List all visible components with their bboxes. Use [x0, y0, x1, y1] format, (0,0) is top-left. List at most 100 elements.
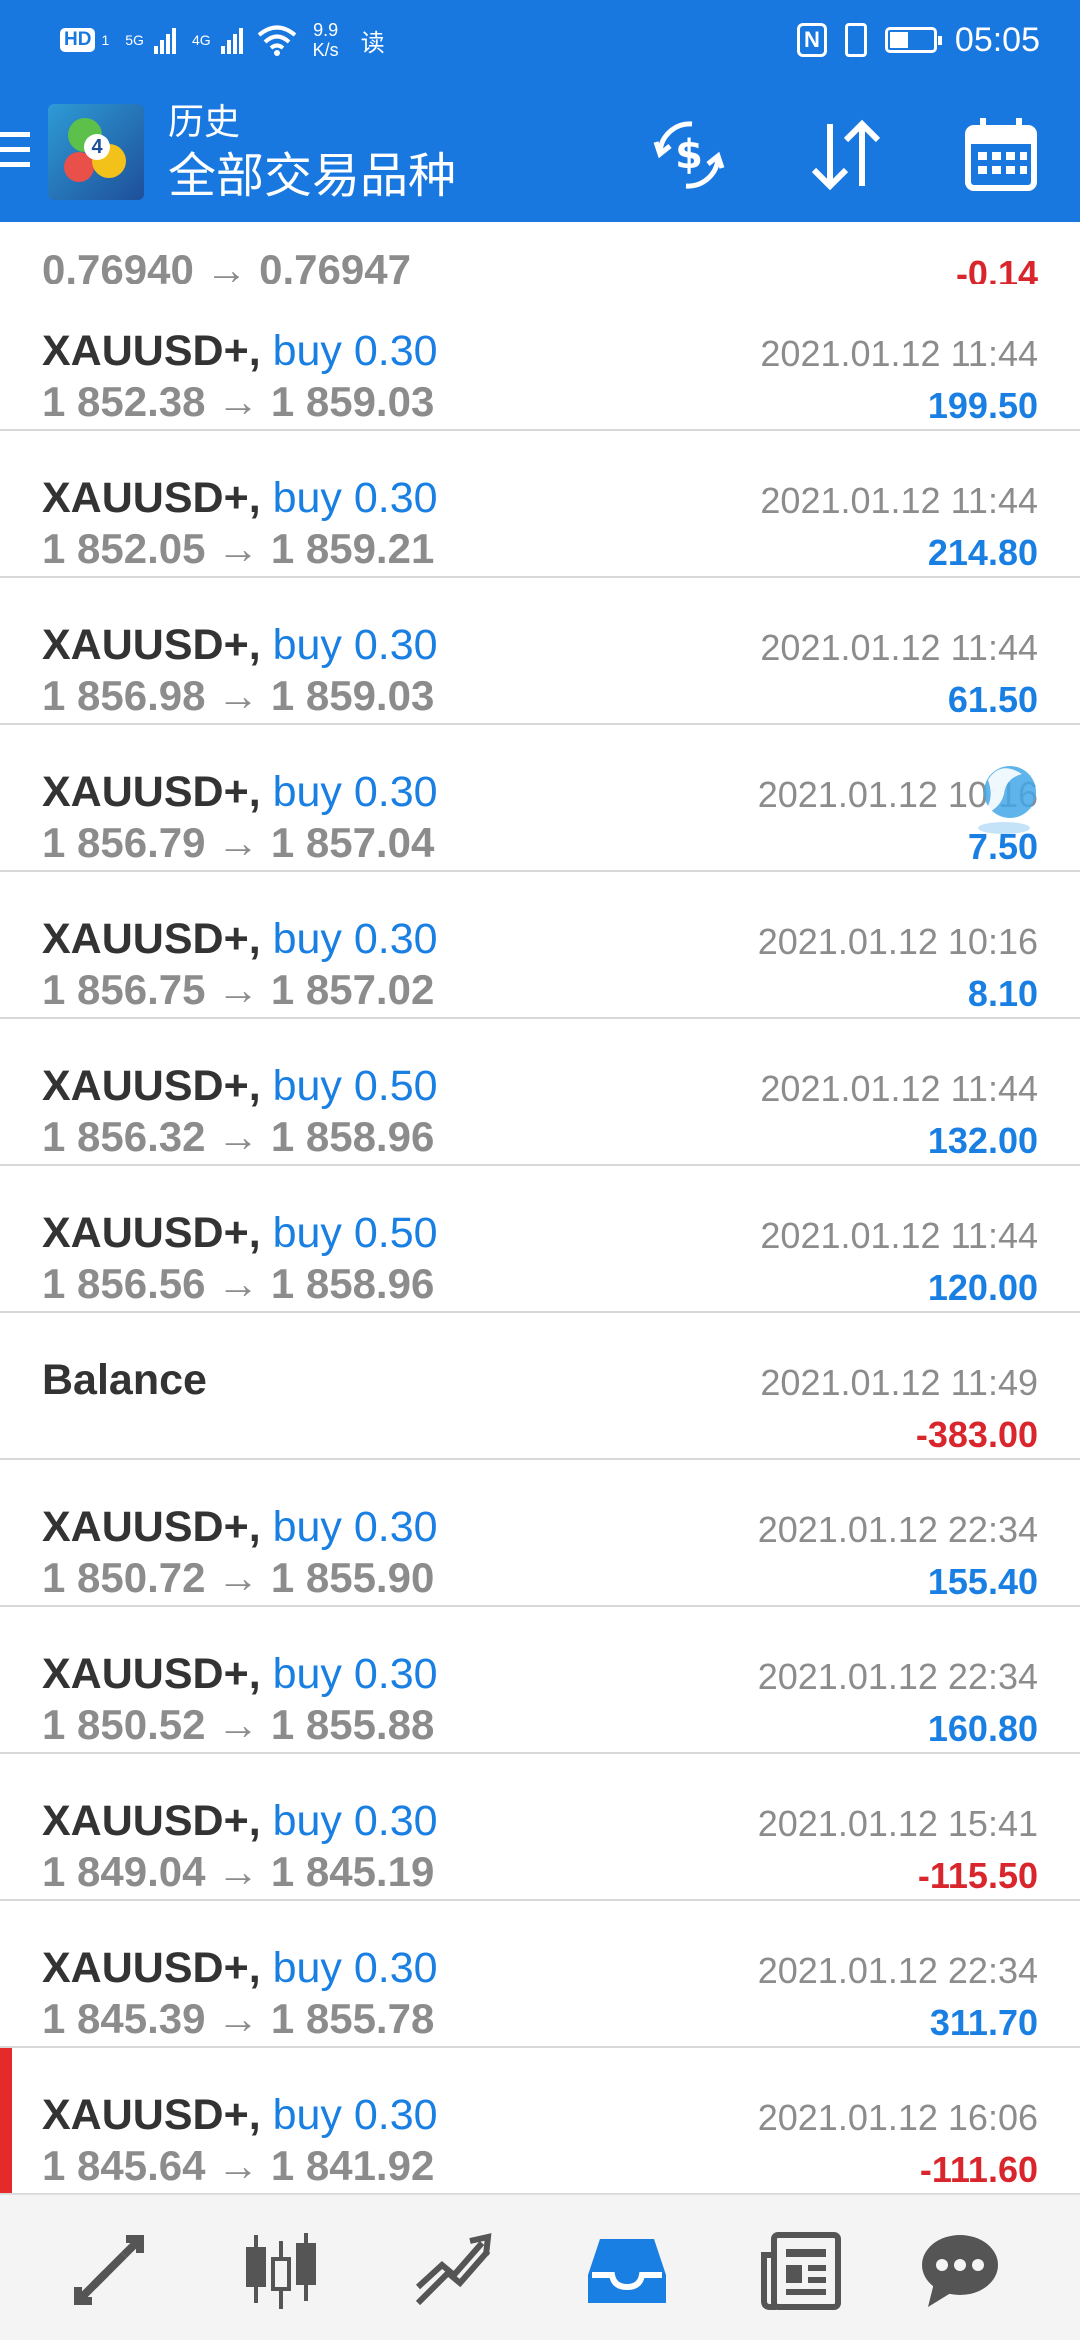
trade-row[interactable]: XAUUSD+, buy 0.50 1 856.56 → 1 858.96 2021… [0, 1166, 1080, 1313]
status-left: HD 1 5G 4G 9.9 K/s 读 [60, 18, 385, 62]
price-range: 1 856.79 → 1 857.04 [42, 819, 435, 866]
trade-symbol: XAUUSD+, buy 0.30 [42, 1944, 438, 1992]
history-list[interactable]: 0.76940 → 0.76947 -0.14 XAUUSD+, buy 0.3… [0, 222, 1080, 2194]
trade-symbol: XAUUSD+, buy 0.30 [42, 768, 438, 816]
trade-symbol: XAUUSD+, buy 0.50 [42, 1209, 438, 1257]
trade-side: buy 0.30 [272, 327, 438, 375]
trade-row[interactable]: XAUUSD+, buy 0.30 1 856.79 → 1 857.04 2021… [0, 725, 1080, 872]
price-range: 1 850.52 → 1 855.88 [42, 1701, 435, 1748]
signal-icon [153, 26, 176, 54]
trade-symbol: XAUUSD+, buy 0.30 [42, 1503, 438, 1551]
trade-symbol: XAUUSD+, buy 0.30 [42, 1650, 438, 1698]
trade-time: 2021.01.12 11:44 [760, 1068, 1038, 1109]
trade-symbol: Balance [42, 1355, 207, 1405]
network-speed: 9.9 K/s [313, 20, 339, 60]
net-5g-label: 5G [125, 32, 144, 48]
trade-symbol: XAUUSD+, buy 0.30 [42, 1797, 438, 1845]
calendar-icon[interactable] [958, 112, 1044, 198]
clock: 05:05 [954, 20, 1040, 59]
trade-row[interactable]: XAUUSD+, buy 0.30 1 850.52 → 1 855.88 2021… [0, 1607, 1080, 1754]
trade-row[interactable]: XAUUSD+, buy 0.30 1 845.64 → 1 841.92 2021… [0, 2048, 1080, 2194]
trade-time: 2021.01.12 10:16 [757, 921, 1038, 962]
trade-symbol: XAUUSD+, buy 0.50 [42, 1062, 438, 1110]
symbol-label: XAUUSD+ [42, 327, 249, 375]
app-logo[interactable]: 4 [48, 104, 144, 200]
price-range: 1 856.98 → 1 859.03 [42, 672, 435, 719]
trade-time: 2021.01.12 11:44 [760, 480, 1038, 521]
trade-symbol: XAUUSD+, buy 0.30 [42, 327, 438, 375]
hd-badge: HD [60, 28, 96, 52]
trade-time: 2021.01.12 11:49 [760, 1362, 1038, 1403]
symbol-label: XAUUSD+ [42, 1503, 249, 1551]
trade-side: buy 0.50 [272, 1062, 438, 1110]
trade-time: 2021.01.12 16:06 [757, 2097, 1038, 2138]
trade-row[interactable]: XAUUSD+, buy 0.30 1 849.04 → 1 845.19 2021… [0, 1754, 1080, 1901]
bottom-navigation [0, 2194, 1080, 2340]
trade-side: buy 0.30 [272, 474, 438, 522]
trade-time: 2021.01.12 22:34 [757, 1656, 1038, 1697]
battery-icon [884, 27, 942, 53]
read-indicator: 读 [360, 29, 385, 57]
profit-value: 160.80 [927, 1708, 1038, 1749]
status-bar: HD 1 5G 4G 9.9 K/s 读 N 05:05 [0, 0, 1080, 80]
price-range: 1 852.05 → 1 859.21 [42, 525, 435, 572]
profit-value: -383.00 [915, 1414, 1038, 1455]
balance-row[interactable]: Balance 2021.01.12 11:49 -383.00 [0, 1313, 1080, 1460]
profit-value: -115.50 [917, 1855, 1038, 1896]
price-range: 1 850.72 → 1 855.90 [42, 1554, 435, 1601]
symbol-label: Balance [42, 1356, 207, 1404]
price-range: 1 845.64 → 1 841.92 [42, 2142, 435, 2189]
symbol-label: XAUUSD+ [42, 1062, 249, 1110]
currency-exchange-icon[interactable]: $ [646, 112, 732, 198]
trade-symbol: XAUUSD+, buy 0.30 [42, 621, 438, 669]
speed-unit: K/s [312, 40, 339, 60]
hd-sub: 1 [101, 32, 110, 48]
app-header: HD 1 5G 4G 9.9 K/s 读 N 05:05 4 历史 全部交易品种… [0, 0, 1080, 222]
quotes-icon[interactable] [64, 2225, 154, 2315]
trade-row[interactable]: XAUUSD+, buy 0.30 1 850.72 → 1 855.90 2021… [0, 1460, 1080, 1607]
trade-row[interactable]: XAUUSD+, buy 0.30 1 852.38 → 1 859.03 2021… [0, 284, 1080, 431]
history-icon[interactable] [582, 2225, 672, 2315]
profit-value: 155.40 [927, 1561, 1038, 1602]
trade-side: buy 0.30 [272, 1944, 438, 1992]
trade-side: buy 0.30 [272, 2091, 438, 2139]
symbol-label: XAUUSD+ [42, 1944, 249, 1992]
news-icon[interactable] [756, 2225, 846, 2315]
speed-value: 9.9 [313, 20, 339, 40]
trade-side: buy 0.30 [272, 1797, 438, 1845]
trade-icon[interactable] [408, 2225, 498, 2315]
logo-number: 4 [84, 134, 110, 160]
profit-value: 214.80 [927, 532, 1038, 573]
symbol-label: XAUUSD+ [42, 474, 249, 522]
symbol-label: XAUUSD+ [42, 1650, 249, 1698]
profit-value: 132.00 [927, 1120, 1038, 1161]
status-right: N 05:05 [796, 18, 1040, 62]
wifi-icon [257, 25, 296, 56]
menu-icon[interactable] [0, 132, 30, 182]
trade-side: buy 0.30 [272, 621, 438, 669]
trade-time: 2021.01.12 11:44 [760, 627, 1038, 668]
trade-side: buy 0.30 [272, 768, 438, 816]
profit-value: 311.70 [929, 2002, 1038, 2043]
price-range: 1 849.04 → 1 845.19 [42, 1848, 435, 1895]
price-range: 1 852.38 → 1 859.03 [42, 378, 435, 425]
trade-symbol: XAUUSD+, buy 0.30 [42, 474, 438, 522]
trade-time: 2021.01.12 15:41 [757, 1803, 1038, 1844]
trade-row[interactable]: XAUUSD+, buy 0.30 1 845.39 → 1 855.78 2021… [0, 1901, 1080, 2048]
trade-row[interactable]: XAUUSD+, buy 0.30 1 856.75 → 1 857.02 2021… [0, 872, 1080, 1019]
trade-symbol: XAUUSD+, buy 0.30 [42, 2091, 438, 2139]
trade-row[interactable]: XAUUSD+, buy 0.30 1 852.05 → 1 859.21 2021… [0, 431, 1080, 578]
trade-time: 2021.01.12 11:44 [760, 1215, 1038, 1256]
price-range: 1 845.39 → 1 855.78 [42, 1995, 435, 2042]
floating-assistant-icon[interactable] [970, 750, 1040, 850]
chart-icon[interactable] [236, 2225, 326, 2315]
symbol-label: XAUUSD+ [42, 1209, 249, 1257]
page-title[interactable]: 全部交易品种 [168, 148, 456, 206]
profit-value: 61.50 [947, 679, 1038, 720]
sort-icon[interactable] [802, 112, 888, 198]
profit-value: 199.50 [927, 385, 1038, 426]
trade-row[interactable]: XAUUSD+, buy 0.50 1 856.32 → 1 858.96 2021… [0, 1019, 1080, 1166]
chat-icon[interactable] [914, 2225, 1004, 2315]
trade-time: 2021.01.12 11:44 [760, 333, 1038, 374]
trade-row[interactable]: XAUUSD+, buy 0.30 1 856.98 → 1 859.03 2021… [0, 578, 1080, 725]
